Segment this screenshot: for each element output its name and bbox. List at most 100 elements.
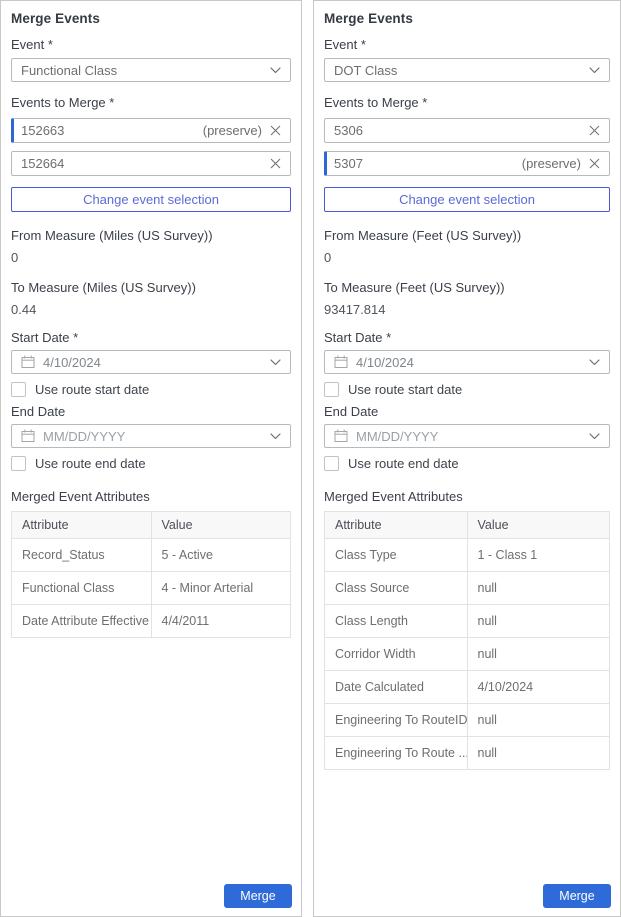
table-row: Class Source null xyxy=(325,572,610,605)
event-id-value: 5307 xyxy=(334,156,522,171)
attribute-name-cell: Corridor Width xyxy=(325,638,468,671)
chevron-down-icon xyxy=(589,359,600,366)
checkbox-label: Use route end date xyxy=(35,456,146,471)
event-to-merge-input[interactable]: 5307 (preserve) xyxy=(324,151,610,176)
attribute-value-cell: 4 - Minor Arterial xyxy=(151,572,291,605)
merged-attributes-table: Attribute Value Record_Status 5 - Active… xyxy=(11,511,291,638)
attribute-value-cell: null xyxy=(467,572,610,605)
calendar-icon xyxy=(21,355,35,369)
from-measure-value: 0 xyxy=(324,251,610,264)
value-column-header: Value xyxy=(151,512,291,539)
event-to-merge-input[interactable]: 152663 (preserve) xyxy=(11,118,291,143)
event-id-value: 5306 xyxy=(334,123,581,138)
checkbox-label: Use route start date xyxy=(348,382,462,397)
attribute-name-cell: Engineering To Route ... xyxy=(325,737,468,770)
table-row: Functional Class 4 - Minor Arterial xyxy=(12,572,291,605)
attribute-name-cell: Engineering To RouteID xyxy=(325,704,468,737)
event-to-merge-input[interactable]: 5306 xyxy=(324,118,610,143)
checkbox-icon[interactable] xyxy=(11,456,26,471)
table-row: Date Calculated 4/10/2024 xyxy=(325,671,610,704)
attribute-value-cell: null xyxy=(467,605,610,638)
to-measure-label: To Measure (Miles (US Survey)) xyxy=(11,280,291,295)
end-date-picker[interactable]: MM/DD/YYYY xyxy=(11,424,291,448)
chevron-down-icon xyxy=(589,433,600,440)
to-measure-value: 0.44 xyxy=(11,303,291,316)
calendar-icon xyxy=(21,429,35,443)
from-measure-label: From Measure (Feet (US Survey)) xyxy=(324,228,610,243)
start-date-value: 4/10/2024 xyxy=(356,355,589,370)
merge-events-workspace: Merge Events Event * Functional Class Ev… xyxy=(0,0,621,917)
end-date-value: MM/DD/YYYY xyxy=(356,429,589,444)
attribute-name-cell: Record_Status xyxy=(12,539,152,572)
attribute-value-cell: 5 - Active xyxy=(151,539,291,572)
start-date-label: Start Date * xyxy=(324,330,610,345)
start-date-picker[interactable]: 4/10/2024 xyxy=(324,350,610,374)
attribute-name-cell: Class Length xyxy=(325,605,468,638)
preserve-tag: (preserve) xyxy=(522,156,581,171)
chevron-down-icon xyxy=(270,67,281,74)
table-row: Class Length null xyxy=(325,605,610,638)
merge-events-panel-right: Merge Events Event * DOT Class Events to… xyxy=(313,0,621,917)
page-title: Merge Events xyxy=(324,11,610,27)
start-date-picker[interactable]: 4/10/2024 xyxy=(11,350,291,374)
calendar-icon xyxy=(334,429,348,443)
table-header-row: Attribute Value xyxy=(325,512,610,539)
merge-button[interactable]: Merge xyxy=(543,884,611,908)
attribute-name-cell: Date Calculated xyxy=(325,671,468,704)
event-to-merge-input[interactable]: 152664 xyxy=(11,151,291,176)
checkbox-icon[interactable] xyxy=(11,382,26,397)
remove-event-icon[interactable] xyxy=(589,158,600,169)
attribute-name-cell: Class Type xyxy=(325,539,468,572)
page-title: Merge Events xyxy=(11,11,291,27)
attribute-name-cell: Class Source xyxy=(325,572,468,605)
event-label: Event * xyxy=(11,37,291,52)
start-date-label: Start Date * xyxy=(11,330,291,345)
use-route-end-date-checkbox[interactable]: Use route end date xyxy=(11,456,291,471)
attribute-value-cell: 1 - Class 1 xyxy=(467,539,610,572)
attribute-value-cell: 4/10/2024 xyxy=(467,671,610,704)
use-route-start-date-checkbox[interactable]: Use route start date xyxy=(324,382,610,397)
remove-event-icon[interactable] xyxy=(270,158,281,169)
event-select-value: DOT Class xyxy=(334,63,397,78)
attribute-value-cell: 4/4/2011 xyxy=(151,605,291,638)
event-label: Event * xyxy=(324,37,610,52)
remove-event-icon[interactable] xyxy=(589,125,600,136)
table-header-row: Attribute Value xyxy=(12,512,291,539)
event-select-value: Functional Class xyxy=(21,63,117,78)
to-measure-value: 93417.814 xyxy=(324,303,610,316)
event-id-value: 152663 xyxy=(21,123,203,138)
attribute-value-cell: null xyxy=(467,638,610,671)
checkbox-label: Use route end date xyxy=(348,456,459,471)
change-event-selection-button[interactable]: Change event selection xyxy=(324,187,610,212)
merge-button[interactable]: Merge xyxy=(224,884,292,908)
end-date-picker[interactable]: MM/DD/YYYY xyxy=(324,424,610,448)
attribute-value-cell: null xyxy=(467,704,610,737)
table-row: Date Attribute Effective 4/4/2011 xyxy=(12,605,291,638)
value-column-header: Value xyxy=(467,512,610,539)
merged-attributes-label: Merged Event Attributes xyxy=(11,489,291,504)
change-event-selection-button[interactable]: Change event selection xyxy=(11,187,291,212)
checkbox-label: Use route start date xyxy=(35,382,149,397)
attribute-column-header: Attribute xyxy=(325,512,468,539)
table-row: Record_Status 5 - Active xyxy=(12,539,291,572)
chevron-down-icon xyxy=(270,359,281,366)
checkbox-icon[interactable] xyxy=(324,382,339,397)
event-select[interactable]: DOT Class xyxy=(324,58,610,82)
merged-attributes-table: Attribute Value Class Type 1 - Class 1 C… xyxy=(324,511,610,770)
from-measure-value: 0 xyxy=(11,251,291,264)
to-measure-label: To Measure (Feet (US Survey)) xyxy=(324,280,610,295)
chevron-down-icon xyxy=(589,67,600,74)
end-date-label: End Date xyxy=(324,404,610,419)
chevron-down-icon xyxy=(270,433,281,440)
use-route-start-date-checkbox[interactable]: Use route start date xyxy=(11,382,291,397)
table-row: Corridor Width null xyxy=(325,638,610,671)
event-select[interactable]: Functional Class xyxy=(11,58,291,82)
use-route-end-date-checkbox[interactable]: Use route end date xyxy=(324,456,610,471)
events-to-merge-label: Events to Merge * xyxy=(11,95,291,110)
calendar-icon xyxy=(334,355,348,369)
attribute-name-cell: Functional Class xyxy=(12,572,152,605)
attribute-value-cell: null xyxy=(467,737,610,770)
checkbox-icon[interactable] xyxy=(324,456,339,471)
merged-attributes-label: Merged Event Attributes xyxy=(324,489,610,504)
remove-event-icon[interactable] xyxy=(270,125,281,136)
